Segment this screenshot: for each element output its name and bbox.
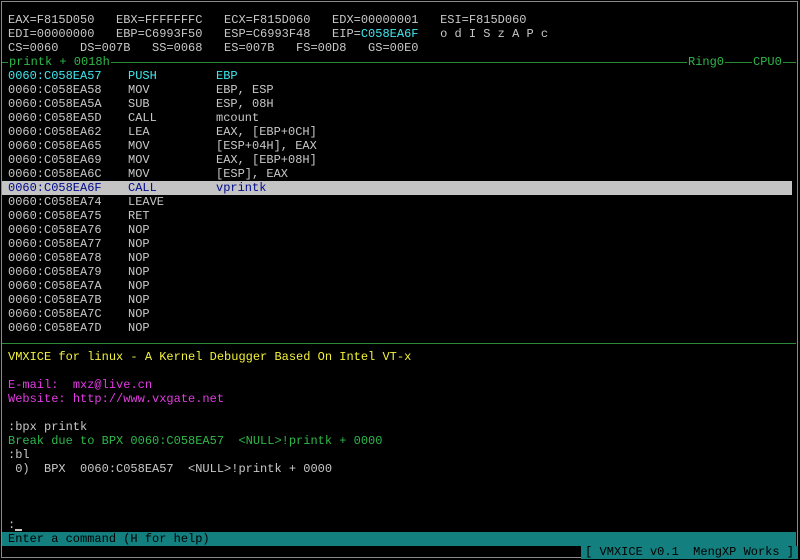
console-banner: VMXICE for linux - A Kernel Debugger Bas… — [8, 350, 412, 364]
cpu-indicator: CPU0 — [752, 55, 783, 69]
disasm-operands: EAX, [EBP+0CH] — [216, 125, 317, 139]
register-line-1: EAX=F815D050 EBX=FFFFFFFC ECX=F815D060 E… — [8, 13, 527, 27]
disasm-row[interactable]: 0060:C058EA7B NOP — [2, 293, 792, 307]
disasm-mnemonic: NOP — [128, 237, 150, 251]
text-cursor — [15, 529, 23, 531]
eip-value: C058EA6F — [360, 27, 419, 41]
disasm-mnemonic: NOP — [128, 279, 150, 293]
website-line: Website: http://www.vxgate.net — [8, 392, 224, 406]
disasm-address: 0060:C058EA58 — [8, 83, 102, 97]
disasm-row[interactable]: 0060:C058EA79 NOP — [2, 265, 792, 279]
disasm-mnemonic: MOV — [128, 167, 150, 181]
disasm-mnemonic: NOP — [128, 321, 150, 335]
email-line: E-mail: mxz@live.cn — [8, 378, 152, 392]
disasm-mnemonic: SUB — [128, 97, 150, 111]
disasm-address: 0060:C058EA5D — [8, 111, 102, 125]
breakpoint-list-entry: 0) BPX 0060:C058EA57 <NULL>!printk + 000… — [8, 462, 333, 476]
status-bar: Enter a command (H for help) — [2, 532, 796, 546]
console-break-message: Break due to BPX 0060:C058EA57 <NULL>!pr… — [8, 434, 383, 448]
disasm-mnemonic: NOP — [128, 251, 150, 265]
console-command-2: :bl — [8, 448, 30, 462]
disasm-address: 0060:C058EA79 — [8, 265, 102, 279]
code-location: printk + 0018h — [8, 55, 111, 69]
register-line-2-prefix: EDI=00000000 EBP=C6993F50 ESP=C6993F48 E… — [8, 27, 361, 41]
disasm-row[interactable]: 0060:C058EA7A NOP — [2, 279, 792, 293]
disasm-operands: mcount — [216, 111, 260, 125]
disasm-mnemonic: LEA — [128, 125, 150, 139]
disasm-row[interactable]: 0060:C058EA7C NOP — [2, 307, 792, 321]
disasm-address: 0060:C058EA7B — [8, 293, 102, 307]
disasm-address: 0060:C058EA7C — [8, 307, 102, 321]
disasm-address: 0060:C058EA75 — [8, 209, 102, 223]
disasm-address: 0060:C058EA77 — [8, 237, 102, 251]
disasm-operands: EBP, ESP — [216, 83, 274, 97]
disasm-address: 0060:C058EA74 — [8, 195, 102, 209]
disasm-row[interactable]: 0060:C058EA5A SUB ESP, 08H — [2, 97, 792, 111]
disasm-address: 0060:C058EA62 — [8, 125, 102, 139]
disasm-mnemonic: NOP — [128, 307, 150, 321]
website-label: Website: — [8, 392, 66, 406]
disasm-row[interactable]: 0060:C058EA7D NOP — [2, 321, 792, 335]
disasm-address: 0060:C058EA6C — [8, 167, 102, 181]
disasm-address: 0060:C058EA65 — [8, 139, 102, 153]
disasm-operands: vprintk — [216, 181, 267, 195]
disasm-operands: ESP, 08H — [216, 97, 274, 111]
disasm-mnemonic: MOV — [128, 83, 150, 97]
disasm-operands: [ESP], EAX — [216, 167, 289, 181]
ring-indicator: Ring0 — [687, 55, 726, 69]
console-command-1: :bpx printk — [8, 420, 88, 434]
disasm-mnemonic: NOP — [128, 293, 150, 307]
email-value[interactable]: mxz@live.cn — [73, 378, 152, 392]
disasm-row[interactable]: 0060:C058EA58 MOV EBP, ESP — [2, 83, 792, 97]
console-separator — [2, 343, 796, 344]
cpu-flags: o d I S z A P c — [418, 27, 549, 41]
register-line-2: EDI=00000000 EBP=C6993F50 ESP=C6993F48 E… — [8, 27, 548, 41]
status-help-text: Enter a command (H for help) — [8, 532, 210, 546]
disasm-operands: EBP — [216, 69, 238, 83]
disasm-row[interactable]: 0060:C058EA6C MOV [ESP], EAX — [2, 167, 792, 181]
disasm-address: 0060:C058EA69 — [8, 153, 102, 167]
disasm-row[interactable]: 0060:C058EA69 MOV EAX, [EBP+08H] — [2, 153, 792, 167]
disasm-row[interactable]: 0060:C058EA74 LEAVE — [2, 195, 792, 209]
register-line-3: CS=0060 DS=007B SS=0068 ES=007B FS=00D8 … — [8, 41, 419, 55]
disasm-address: 0060:C058EA6F — [8, 181, 102, 195]
disasm-operands: [ESP+04H], EAX — [216, 139, 317, 153]
disasm-row[interactable]: 0060:C058EA5D CALL mcount — [2, 111, 792, 125]
brand-label: [ VMXICE v0.1 MengXP Works ] — [581, 546, 798, 559]
disasm-row[interactable]: 0060:C058EA77 NOP — [2, 237, 792, 251]
disasm-mnemonic: NOP — [128, 223, 150, 237]
disasm-mnemonic: RET — [128, 209, 150, 223]
disasm-mnemonic: PUSH — [128, 69, 157, 83]
disasm-mnemonic: NOP — [128, 265, 150, 279]
disasm-mnemonic: CALL — [128, 181, 157, 195]
disasm-operands: EAX, [EBP+08H] — [216, 153, 317, 167]
disasm-address: 0060:C058EA57 — [8, 69, 102, 83]
code-window-separator — [2, 62, 796, 63]
disasm-row[interactable]: 0060:C058EA57 PUSH EBP — [2, 69, 792, 83]
disasm-row[interactable]: 0060:C058EA65 MOV [ESP+04H], EAX — [2, 139, 792, 153]
disasm-address: 0060:C058EA5A — [8, 97, 102, 111]
disasm-row[interactable]: 0060:C058EA76 NOP — [2, 223, 792, 237]
disasm-mnemonic: LEAVE — [128, 195, 165, 209]
disasm-address: 0060:C058EA76 — [8, 223, 102, 237]
disasm-row[interactable]: 0060:C058EA78 NOP — [2, 251, 792, 265]
disasm-mnemonic: MOV — [128, 153, 150, 167]
disasm-mnemonic: CALL — [128, 111, 157, 125]
disasm-address: 0060:C058EA7D — [8, 321, 102, 335]
disasm-row[interactable]: 0060:C058EA62 LEA EAX, [EBP+0CH] — [2, 125, 792, 139]
disasm-row[interactable]: 0060:C058EA6F CALL vprintk — [2, 181, 792, 195]
website-value[interactable]: http://www.vxgate.net — [73, 392, 224, 406]
command-input[interactable]: : — [8, 518, 23, 532]
email-label: E-mail: — [8, 378, 59, 392]
disasm-row[interactable]: 0060:C058EA75 RET — [2, 209, 792, 223]
command-prompt: : — [8, 518, 16, 532]
disasm-mnemonic: MOV — [128, 139, 150, 153]
disasm-address: 0060:C058EA78 — [8, 251, 102, 265]
disasm-address: 0060:C058EA7A — [8, 279, 102, 293]
